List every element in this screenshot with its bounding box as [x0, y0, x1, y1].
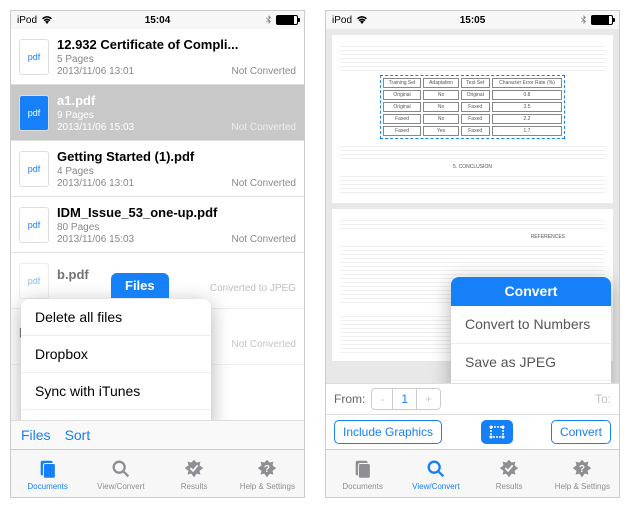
- tab-label: View/Convert: [97, 482, 144, 491]
- file-name: 12.932 Certificate of Compli...: [57, 37, 296, 52]
- section-heading: REFERENCES: [340, 234, 605, 240]
- tab-help-settings[interactable]: ? Help & Settings: [231, 450, 304, 497]
- question-badge-icon: ?: [254, 457, 280, 481]
- file-name: Getting Started (1).pdf: [57, 149, 296, 164]
- file-name: IDM_Issue_53_one-up.pdf: [57, 205, 296, 220]
- tab-label: Help & Settings: [555, 482, 610, 491]
- file-name: b.pdf: [57, 267, 296, 282]
- convert-popover: Convert Convert to Numbers Save as JPEG …: [451, 277, 611, 383]
- magnifier-icon: [108, 457, 134, 481]
- document-preview[interactable]: Training SetAdaptationTest SetCharacter …: [326, 29, 619, 383]
- wifi-icon: [356, 15, 368, 25]
- file-pages: 4 Pages: [57, 166, 296, 177]
- popover-item-delete-all[interactable]: Delete all files: [21, 299, 211, 336]
- from-label: From:: [334, 392, 365, 406]
- file-date: 2013/11/06 15:03: [57, 234, 134, 245]
- left-screenshot: iPod 15:04 pdf 12.932 Certificate of Com…: [10, 10, 305, 498]
- battery-icon: [591, 15, 613, 25]
- convert-button[interactable]: Convert: [551, 420, 611, 444]
- tab-results[interactable]: Results: [473, 450, 546, 497]
- status-bar: iPod 15:05: [326, 11, 619, 29]
- popover-item-save-png[interactable]: Save as PNG: [451, 381, 611, 383]
- tab-documents[interactable]: Documents: [326, 450, 399, 497]
- documents-icon: [350, 457, 376, 481]
- svg-text:?: ?: [264, 463, 270, 474]
- sort-button[interactable]: Sort: [65, 427, 91, 443]
- device-label: iPod: [17, 15, 37, 26]
- file-row[interactable]: pdf 12.932 Certificate of Compli... 5 Pa…: [11, 29, 304, 85]
- checkmark-badge-icon: [496, 457, 522, 481]
- tab-bar: Documents View/Convert Results ? Help & …: [11, 449, 304, 497]
- popover-title: Files: [111, 273, 169, 298]
- bottom-actions: Files Sort: [11, 420, 304, 449]
- documents-icon: [35, 457, 61, 481]
- to-label: To:: [595, 392, 611, 406]
- page-range-row: From: -1+ To:: [326, 383, 619, 414]
- bluetooth-icon: [580, 15, 587, 26]
- crop-icon: [488, 425, 506, 439]
- pdf-icon: pdf: [19, 263, 49, 299]
- svg-text:?: ?: [579, 463, 585, 474]
- files-popover: Files Delete all files Dropbox Sync with…: [21, 299, 211, 420]
- clock: 15:04: [111, 15, 205, 26]
- file-name: a1.pdf: [57, 93, 296, 108]
- include-graphics-button[interactable]: Include Graphics: [334, 420, 442, 444]
- file-row[interactable]: pdf Getting Started (1).pdf 4 Pages 2013…: [11, 141, 304, 197]
- bluetooth-icon: [265, 15, 272, 26]
- checkmark-badge-icon: [181, 457, 207, 481]
- tab-help-settings[interactable]: ? Help & Settings: [546, 450, 619, 497]
- tab-bar: Documents View/Convert Results ? Help & …: [326, 449, 619, 497]
- from-stepper[interactable]: -1+: [371, 388, 441, 410]
- pdf-icon: pdf: [19, 95, 49, 131]
- tab-label: Documents: [342, 482, 382, 491]
- file-status: Not Converted: [232, 122, 296, 133]
- clock: 15:05: [426, 15, 520, 26]
- file-status: Not Converted: [232, 234, 296, 245]
- popover-title: Convert: [451, 277, 611, 306]
- right-screenshot: iPod 15:05 Training SetAdaptationTest Se…: [325, 10, 620, 498]
- file-date: 2013/11/06 13:01: [57, 178, 134, 189]
- pdf-icon: pdf: [19, 207, 49, 243]
- popover-item-save-jpeg[interactable]: Save as JPEG: [451, 344, 611, 382]
- file-list: pdf 12.932 Certificate of Compli... 5 Pa…: [11, 29, 304, 420]
- pdf-icon: pdf: [19, 39, 49, 75]
- crop-button[interactable]: [481, 420, 513, 444]
- preview-table: Training SetAdaptationTest SetCharacter …: [380, 75, 566, 139]
- popover-item-convert-numbers[interactable]: Convert to Numbers: [451, 306, 611, 344]
- tab-label: Documents: [27, 482, 67, 491]
- popover-item-dropbox[interactable]: Dropbox: [21, 336, 211, 373]
- battery-icon: [276, 15, 298, 25]
- tab-view-convert[interactable]: View/Convert: [84, 450, 157, 497]
- file-status: Converted to JPEG: [210, 283, 296, 294]
- tab-label: Help & Settings: [240, 482, 295, 491]
- tab-label: Results: [181, 482, 208, 491]
- status-bar: iPod 15:04: [11, 11, 304, 29]
- convert-toolbar: Include Graphics Convert: [326, 414, 619, 449]
- section-heading: 5. CONCLUSION: [340, 164, 605, 170]
- popover-item-wifi-transfer[interactable]: WIFI Transfer Mode: [21, 410, 211, 420]
- files-button[interactable]: Files: [21, 427, 51, 443]
- tab-view-convert[interactable]: View/Convert: [399, 450, 472, 497]
- file-status: Not Converted: [232, 178, 296, 189]
- file-row[interactable]: pdf a1.pdf 9 Pages 2013/11/06 15:03 Not C…: [11, 85, 304, 141]
- file-status: Not Converted: [232, 339, 296, 350]
- tab-documents[interactable]: Documents: [11, 450, 84, 497]
- file-date: 2013/11/06 13:01: [57, 66, 134, 77]
- file-pages: 5 Pages: [57, 54, 296, 65]
- tab-label: Results: [496, 482, 523, 491]
- file-date: 2013/11/06 15:03: [57, 122, 134, 133]
- file-row[interactable]: pdf IDM_Issue_53_one-up.pdf 80 Pages 201…: [11, 197, 304, 253]
- file-pages: 9 Pages: [57, 110, 296, 121]
- popover-item-sync-itunes[interactable]: Sync with iTunes: [21, 373, 211, 410]
- tab-label: View/Convert: [412, 482, 459, 491]
- magnifier-icon: [423, 457, 449, 481]
- device-label: iPod: [332, 15, 352, 26]
- wifi-icon: [41, 15, 53, 25]
- tab-results[interactable]: Results: [158, 450, 231, 497]
- file-pages: 80 Pages: [57, 222, 296, 233]
- question-badge-icon: ?: [569, 457, 595, 481]
- file-status: Not Converted: [232, 66, 296, 77]
- pdf-icon: pdf: [19, 151, 49, 187]
